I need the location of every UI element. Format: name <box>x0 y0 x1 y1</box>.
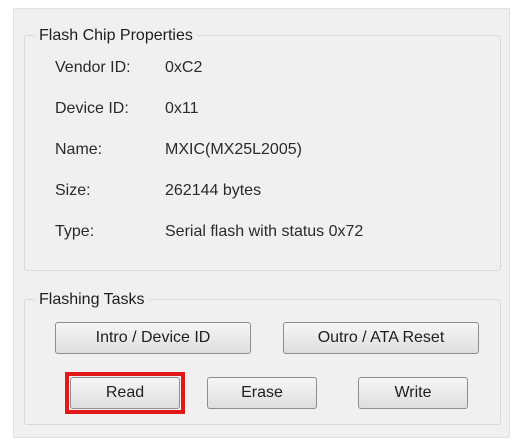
flashing-tasks-group: Flashing Tasks Intro / Device ID Outro /… <box>24 290 501 425</box>
vendor-id-value: 0xC2 <box>165 59 203 76</box>
write-button[interactable]: Write <box>358 377 468 409</box>
type-value: Serial flash with status 0x72 <box>165 223 364 240</box>
size-value: 262144 bytes <box>165 182 262 199</box>
name-value: MXIC(MX25L2005) <box>165 141 302 158</box>
erase-button[interactable]: Erase <box>207 377 317 409</box>
flashing-tasks-title: Flashing Tasks <box>35 290 149 310</box>
vendor-id-label: Vendor ID: <box>55 59 131 76</box>
flash-chip-properties-title: Flash Chip Properties <box>35 26 197 46</box>
device-id-label: Device ID: <box>55 100 129 117</box>
type-label: Type: <box>55 223 95 240</box>
name-label: Name: <box>55 141 103 158</box>
outro-ata-reset-button[interactable]: Outro / ATA Reset <box>283 322 479 354</box>
read-button[interactable]: Read <box>70 377 180 409</box>
flasher-panel: Flash Chip Properties Vendor ID: 0xC2 De… <box>13 8 510 438</box>
intro-device-id-button[interactable]: Intro / Device ID <box>55 322 251 354</box>
device-id-value: 0x11 <box>165 100 199 117</box>
flash-chip-properties-group: Flash Chip Properties Vendor ID: 0xC2 De… <box>24 26 501 271</box>
size-label: Size: <box>55 182 91 199</box>
